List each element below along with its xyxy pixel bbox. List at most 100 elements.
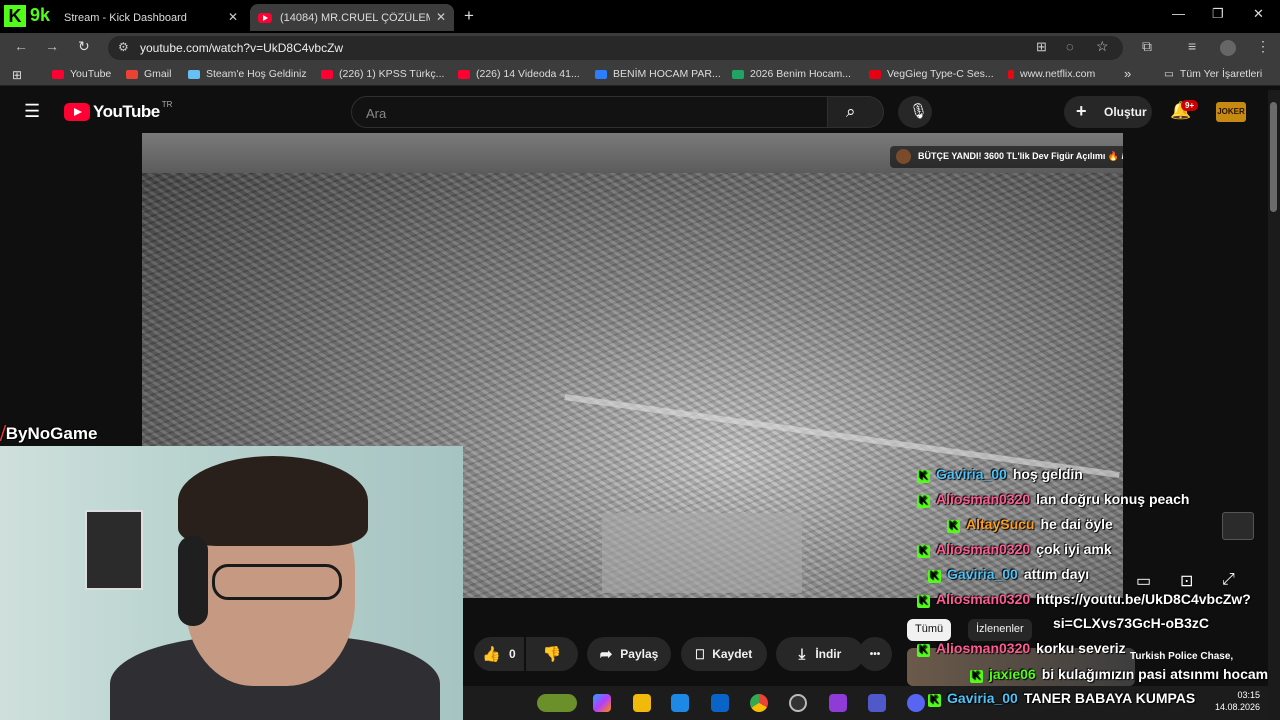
like-button[interactable]: 👍 0 [474, 637, 524, 671]
chip-all[interactable]: Tümü [907, 619, 952, 641]
tab-kick-dashboard[interactable]: Stream - Kick Dashboard ✕ [56, 4, 246, 31]
video-editor-icon[interactable] [829, 694, 847, 712]
bookmark-kpss[interactable]: (226) 1) KPSS Türkç... [321, 68, 444, 80]
new-tab-button[interactable]: + [464, 6, 474, 26]
kick-badge-icon: K [917, 470, 930, 483]
trendyol-icon [869, 69, 881, 79]
chat-message: K Gaviria_00 TANER BABAYA KUMPAS [928, 690, 1195, 707]
youtube-favicon-icon [52, 69, 64, 79]
download-button[interactable]: ⤓ İndir [776, 637, 864, 671]
copilot-icon[interactable] [593, 694, 611, 712]
netflix-icon [1008, 69, 1014, 79]
all-bookmarks-folder[interactable]: ▭ Tüm Yer İşaretleri [1164, 68, 1262, 80]
eye-off-icon[interactable]: ◌ [1066, 39, 1074, 54]
address-bar[interactable]: ⚙ youtube.com/watch?v=UkD8C4vbcZw ⊞ ◌ ☆ [108, 36, 1123, 60]
bookmark-netflix[interactable]: www.netflix.com [1008, 68, 1095, 80]
chat-message: K Aliosman0320 korku severiz [917, 640, 1126, 657]
chat-message: K Aliosman0320 çok iyi amk [917, 541, 1112, 558]
folder-icon: ▭ [1164, 68, 1174, 80]
file-explorer-icon[interactable] [633, 694, 651, 712]
media-control-icon[interactable]: ≡ [1188, 38, 1196, 54]
download-icon: ⤓ [798, 645, 806, 663]
bookmark-star-icon[interactable]: ☆ [1096, 38, 1109, 55]
install-app-icon[interactable]: ⊞ [1036, 39, 1047, 55]
steam-taskbar-icon[interactable] [789, 694, 807, 712]
voice-search-button[interactable]: 🎙 [898, 96, 932, 128]
back-icon[interactable]: ← [14, 38, 28, 54]
search-input[interactable]: Ara [351, 96, 828, 128]
webcam-overlay [0, 446, 463, 720]
thumbs-up-icon: 👍 [482, 646, 501, 663]
chat-message-continuation: si=CLXvs73GcH-oB3zC [1053, 615, 1210, 631]
bookmark-2026[interactable]: 2026 Benim Hocam... [732, 68, 851, 80]
notification-count-badge: 9+ [1181, 100, 1199, 111]
subtitles-icon[interactable]: ▭ [1136, 571, 1151, 591]
youtube-favicon-icon [458, 69, 470, 79]
bookmark-steam[interactable]: Steam'e Hoş Geldiniz [188, 68, 307, 80]
bookmark-icon: ⎕ [695, 645, 705, 662]
scrollbar-thumb[interactable] [1270, 102, 1277, 212]
fullscreen-icon[interactable]: ⤢ [1222, 571, 1235, 589]
extensions-icon[interactable]: ⧉ [1142, 38, 1152, 55]
bookmarks-overflow-button[interactable]: » [1124, 66, 1131, 81]
shorts-title[interactable]: Turkish Police Chase, [1130, 651, 1233, 662]
bookmark-veggieg[interactable]: VegGieg Type-C Ses... [869, 68, 994, 80]
channel-watermark[interactable] [1222, 512, 1254, 540]
apps-grid-icon[interactable]: ⊞ [12, 68, 22, 82]
close-tab-icon[interactable]: ✕ [436, 10, 446, 24]
store-icon[interactable] [671, 694, 689, 712]
discord-icon[interactable] [907, 694, 925, 712]
dislike-button[interactable]: 👎 [526, 637, 578, 671]
site-info-icon[interactable]: ⚙ [118, 40, 129, 54]
headset [178, 536, 208, 626]
more-actions-button[interactable]: ••• [858, 637, 892, 671]
chip-watched[interactable]: İzlenenler [968, 619, 1032, 641]
kick-badge-icon: K [947, 520, 960, 533]
microphone-icon: 🎙 [909, 103, 929, 120]
kick-logo-icon[interactable]: K [4, 5, 26, 27]
minimize-icon[interactable]: — [1172, 6, 1185, 21]
profile-avatar[interactable] [1220, 40, 1236, 56]
teams-icon[interactable] [868, 694, 886, 712]
tab-youtube-video[interactable]: (14084) MR.CRUEL ÇÖZÜLEMEM ✕ [250, 4, 454, 31]
cast-icon[interactable]: ⊡ [1180, 571, 1193, 591]
bookmark-14-videoda[interactable]: (226) 14 Videoda 41... [458, 68, 580, 80]
sheets-icon [732, 69, 744, 79]
tab-title: Stream - Kick Dashboard [64, 11, 187, 24]
bookmark-youtube[interactable]: YouTube [52, 68, 111, 80]
hamburger-menu-icon[interactable]: ☰ [24, 101, 40, 122]
bookmark-gmail[interactable]: Gmail [126, 68, 171, 80]
widget-weather-icon[interactable] [537, 694, 577, 712]
chat-message: K Gaviria_00 attım dayı [928, 566, 1089, 583]
share-icon: ➦ [599, 646, 613, 663]
create-button[interactable]: + Oluştur [1064, 96, 1152, 128]
user-avatar[interactable]: JOKER [1216, 102, 1246, 122]
bookmarks-bar: ⊞ YouTube Gmail Steam'e Hoş Geldiniz (22… [0, 63, 1280, 86]
kick-badge-icon: K [917, 545, 930, 558]
share-button[interactable]: ➦ Paylaş [587, 637, 671, 671]
plus-icon: + [1076, 101, 1087, 121]
save-button[interactable]: ⎕ Kaydet [681, 637, 767, 671]
page-scrollbar[interactable] [1268, 90, 1280, 720]
maximize-icon[interactable]: ❐ [1212, 6, 1224, 22]
youtube-play-icon [64, 103, 90, 121]
thumbs-down-icon: 👎 [542, 646, 562, 663]
youtube-logo[interactable]: YouTube TR [64, 100, 172, 122]
bookmark-benim-hocam[interactable]: BENİM HOCAM PAR... [595, 68, 721, 80]
taskbar-clock[interactable]: 03:15 14.08.2026 [1215, 689, 1260, 713]
outlook-icon[interactable] [711, 694, 729, 712]
search-icon: ⌕ [846, 102, 856, 121]
search-button[interactable]: ⌕ [828, 96, 884, 128]
menu-kebab-icon[interactable]: ⋮ [1256, 38, 1270, 55]
reload-icon[interactable]: ↻ [78, 38, 90, 55]
close-tab-icon[interactable]: ✕ [228, 10, 238, 24]
glasses [212, 564, 342, 600]
youtube-header: ☰ YouTube TR Ara ⌕ 🎙 + Oluştur 🔔 9+ JOKE… [0, 90, 1268, 134]
chrome-icon[interactable] [750, 694, 768, 712]
tab-title: (14084) MR.CRUEL ÇÖZÜLEMEM [280, 11, 430, 24]
forward-icon[interactable]: → [45, 38, 59, 54]
chat-message: K Aliosman0320 lan doğru konuş peach [917, 491, 1189, 508]
youtube-favicon-icon [258, 12, 272, 23]
wall-poster [85, 510, 143, 590]
close-window-icon[interactable]: ✕ [1253, 6, 1264, 22]
